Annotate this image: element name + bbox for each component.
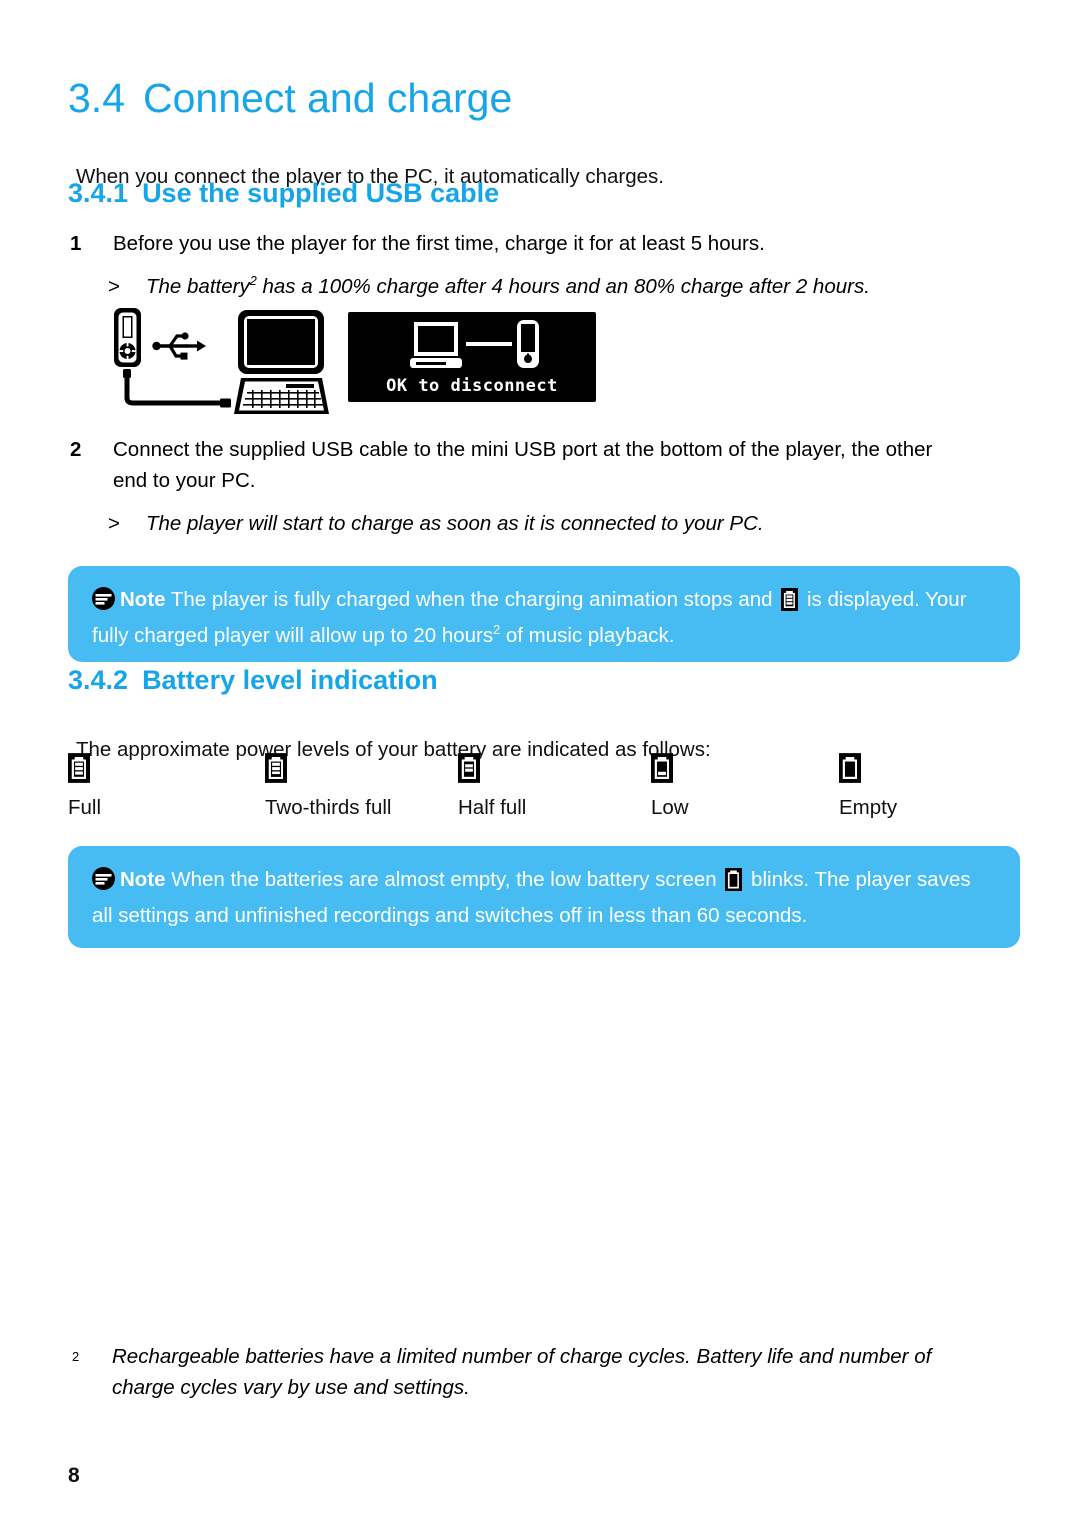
player-screen-ok-to-disconnect: OK to disconnect <box>348 312 596 402</box>
sub-note-1-footnote-ref: 2 <box>249 273 257 289</box>
battery-level-row: Full Two-thirds full Half full Low Empty <box>68 752 1020 832</box>
usb-symbol-icon <box>152 332 206 360</box>
step-2-text: Connect the supplied USB cable to the mi… <box>113 438 933 492</box>
battery-empty-icon <box>839 752 1029 792</box>
subsection-341-title: Use the supplied USB cable <box>142 178 500 208</box>
battery-level-label: Low <box>651 796 689 819</box>
step-1-marker: 1 <box>70 232 82 255</box>
sub-note-1-marker: > <box>108 275 120 298</box>
battery-level-label: Half full <box>458 796 527 819</box>
step-1: 1 Before you use the player for the firs… <box>70 228 970 259</box>
sub-note-2: > The player will start to charge as soo… <box>108 508 988 539</box>
battery-level-label: Two-thirds full <box>265 796 392 819</box>
battery-level-full: Full <box>68 752 258 820</box>
section-number: 3.4 <box>68 75 125 121</box>
sub-note-1: > The battery2 has a 100% charge after 4… <box>108 271 988 302</box>
note-2-text-a: When the batteries are almost empty, the… <box>165 868 723 891</box>
battery-half-icon <box>458 752 648 792</box>
step-2: 2 Connect the supplied USB cable to the … <box>70 434 970 496</box>
note-box-low-battery: Note When the batteries are almost empty… <box>68 846 1020 948</box>
battery-level-label: Empty <box>839 796 898 819</box>
battery-level-empty: Empty <box>839 752 1029 820</box>
step-1-text: Before you use the player for the first … <box>113 232 765 255</box>
note-label: Note <box>120 588 166 611</box>
document-page: 3.4 Connect and charge When you connect t… <box>0 0 1080 1527</box>
page-title: 3.4 Connect and charge <box>68 75 512 122</box>
battery-empty-icon <box>725 868 743 900</box>
subsection-342-number: 3.4.2 <box>68 665 129 695</box>
footnote-text: Rechargeable batteries have a limited nu… <box>112 1345 932 1399</box>
note-box-charging: Note The player is fully charged when th… <box>68 566 1020 662</box>
battery-two-thirds-icon <box>265 752 455 792</box>
battery-low-icon <box>651 752 841 792</box>
battery-full-icon <box>68 752 258 792</box>
battery-level-label: Full <box>68 796 102 819</box>
sub-note-2-text: The player will start to charge as soon … <box>146 512 764 535</box>
note-icon <box>92 867 115 899</box>
note-1-text-c: of music playback. <box>500 624 675 647</box>
sub-note-2-marker: > <box>108 512 120 535</box>
page-number: 8 <box>68 1464 80 1487</box>
sub-note-1-text-b: has a 100% charge after 4 hours and an 8… <box>256 275 870 298</box>
subsection-341-number: 3.4.1 <box>68 178 129 208</box>
subsection-341-heading: 3.4.1 Use the supplied USB cable <box>68 178 499 209</box>
note-icon <box>92 587 115 619</box>
screen-status-label: OK to disconnect <box>386 376 558 396</box>
subsection-342-heading: 3.4.2 Battery level indication <box>68 665 438 696</box>
player-usb-pc-illustration <box>100 306 330 423</box>
sub-note-1-text: The battery2 has a 100% charge after 4 h… <box>146 271 988 302</box>
battery-level-low: Low <box>651 752 841 820</box>
footnote-marker: 2 <box>72 1349 80 1364</box>
pc-monitor-icon <box>238 310 324 374</box>
figure-row: OK to disconnect <box>100 306 620 418</box>
footnote: 2 Rechargeable batteries have a limited … <box>70 1341 990 1403</box>
pc-keyboard-icon <box>234 378 329 414</box>
battery-level-half: Half full <box>458 752 648 820</box>
battery-full-icon <box>781 588 799 620</box>
battery-level-two-thirds: Two-thirds full <box>265 752 455 820</box>
section-title: Connect and charge <box>143 75 513 121</box>
subsection-342-title: Battery level indication <box>142 665 438 695</box>
player-device-icon <box>114 308 141 367</box>
usb-cable-icon <box>123 369 231 408</box>
sub-note-1-text-a: The battery <box>146 275 250 298</box>
step-2-marker: 2 <box>70 438 82 461</box>
note-label: Note <box>120 868 166 891</box>
note-1-text-a: The player is fully charged when the cha… <box>165 588 779 611</box>
